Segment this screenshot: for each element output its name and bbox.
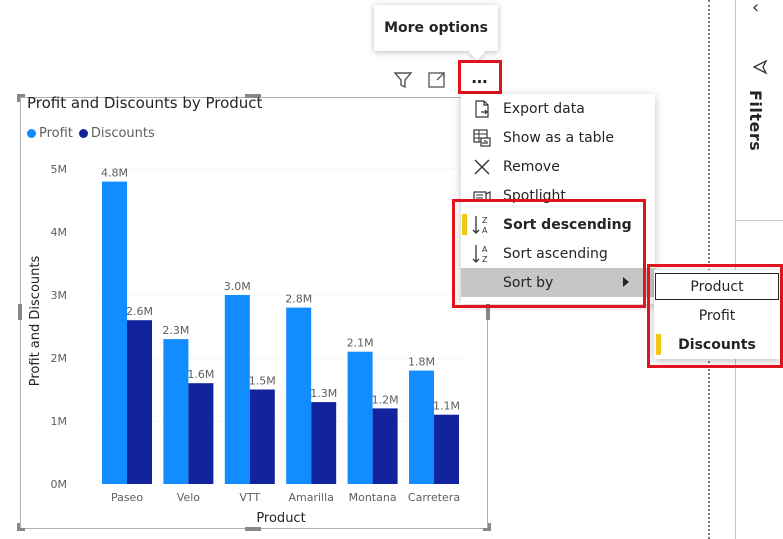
menu-item-export-data[interactable]: Export data (461, 94, 655, 123)
submenu-item-product[interactable]: Product (654, 272, 780, 301)
svg-text:Z: Z (482, 216, 488, 225)
svg-text:A: A (482, 226, 488, 235)
data-label: 1.6M (187, 368, 214, 381)
bar-profit-amarilla (286, 307, 312, 484)
y-tick-label: 2M (51, 352, 68, 365)
data-label: 1.8M (408, 356, 435, 369)
menu-item-sort-ascending[interactable]: A Z Sort ascending (461, 239, 655, 268)
spotlight-icon (471, 185, 493, 207)
menu-item-label: Export data (503, 100, 585, 117)
svg-text:A: A (482, 245, 488, 254)
sort-ascending-icon: A Z (471, 243, 493, 265)
submenu-item-discounts[interactable]: Discounts (654, 330, 780, 359)
bar-profit-carretera (409, 370, 434, 484)
bar-profit-vtt (224, 295, 250, 484)
y-tick-label: 0M (51, 478, 68, 491)
bar-discounts-carretera (434, 414, 459, 484)
y-tick-label: 4M (51, 226, 68, 239)
bar-discounts-velo (188, 383, 214, 484)
menu-item-label: Show as a table (503, 129, 615, 146)
x-tick-label: VTT (239, 491, 260, 504)
menu-item-label: Remove (503, 158, 560, 175)
bar-profit-paseo (102, 181, 127, 484)
x-tick-label: Paseo (111, 491, 143, 504)
data-label: 4.8M (101, 167, 128, 180)
menu-item-sort-descending[interactable]: Z A Sort descending (461, 210, 655, 239)
menu-item-spotlight[interactable]: Spotlight (461, 181, 655, 210)
menu-item-remove[interactable]: Remove (461, 152, 655, 181)
menu-item-label: Sort by (503, 274, 554, 291)
export-icon (471, 98, 493, 120)
bar-profit-montana (347, 351, 373, 484)
bar-discounts-vtt (249, 389, 275, 484)
active-sort-marker (462, 214, 467, 235)
menu-item-sort-by[interactable]: Sort by (461, 268, 655, 297)
y-tick-label: 3M (51, 289, 68, 302)
data-label: 1.3M (310, 387, 337, 400)
svg-text:Z: Z (482, 255, 488, 264)
x-axis-title: Product (256, 511, 305, 526)
chevron-right-icon (623, 277, 629, 287)
bar-profit-velo (163, 339, 189, 484)
menu-item-label: Sort ascending (503, 245, 608, 262)
submenu-item-label: Discounts (678, 336, 756, 353)
x-tick-label: Amarilla (288, 491, 333, 504)
submenu-item-profit[interactable]: Profit (654, 301, 780, 330)
y-tick-label: 5M (51, 163, 68, 176)
sort-descending-icon: Z A (471, 214, 493, 236)
data-label: 1.2M (372, 393, 399, 406)
submenu-item-label: Product (690, 278, 744, 295)
menu-item-show-as-table[interactable]: Show as a table (461, 123, 655, 152)
more-options-menu: Export data Show as a table Remove Spotl… (461, 94, 655, 304)
sort-by-submenu: Product Profit Discounts (654, 270, 780, 359)
data-label: 2.8M (285, 293, 312, 306)
data-label: 1.1M (433, 400, 460, 413)
table-icon (471, 127, 493, 149)
bar-discounts-amarilla (311, 402, 337, 484)
data-label: 1.5M (249, 375, 276, 388)
submenu-item-label: Profit (698, 307, 736, 324)
data-label: 2.3M (162, 324, 189, 337)
x-tick-label: Montana (349, 491, 397, 504)
x-tick-label: Carretera (408, 491, 460, 504)
menu-item-label: Spotlight (503, 187, 566, 204)
menu-item-label: Sort descending (503, 216, 632, 233)
bar-discounts-montana (372, 408, 398, 484)
y-tick-label: 1M (51, 415, 68, 428)
x-tick-label: Velo (177, 491, 200, 504)
bar-discounts-paseo (127, 320, 152, 484)
y-axis-title: Profit and Discounts (28, 256, 43, 387)
data-label: 3.0M (224, 280, 251, 293)
data-label: 2.1M (347, 337, 374, 350)
close-icon (471, 156, 493, 178)
data-label: 2.6M (126, 305, 153, 318)
